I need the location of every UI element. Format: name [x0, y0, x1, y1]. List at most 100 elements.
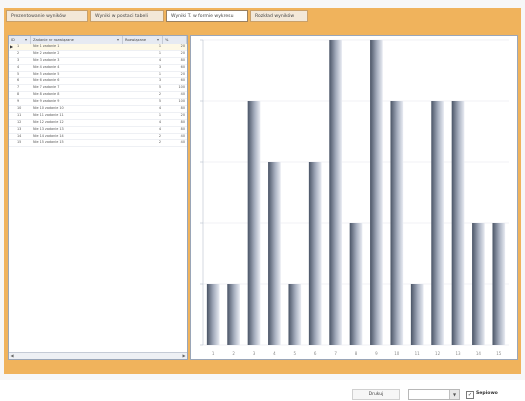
- table-row[interactable]: 14 Nie 14 zadanie 14 2 40: [9, 134, 187, 141]
- table-row[interactable]: 5 Nie 5 zadanie 5 1 20: [9, 72, 187, 79]
- cell-id: 14: [17, 133, 22, 138]
- cell-solved: 3: [158, 78, 161, 83]
- bar[interactable]: [288, 284, 302, 345]
- cell-solved: 2: [158, 133, 161, 138]
- bar[interactable]: [227, 284, 240, 345]
- cell-id: 5: [17, 71, 20, 76]
- table-row[interactable]: 11 Nie 11 zadanie 11 1 20: [9, 113, 187, 120]
- cell-task: Nie 13 zadanie 13: [33, 126, 64, 131]
- tab-prezentowanie[interactable]: Prezentowanie wyników: [6, 10, 88, 22]
- x-tick-label: 9: [375, 351, 378, 356]
- column-header-task[interactable]: Zadanie nr rozwiązane: [31, 36, 123, 44]
- cell-solved: 2: [158, 92, 161, 97]
- bar[interactable]: [492, 223, 506, 345]
- table-row[interactable]: 13 Nie 13 zadanie 13 4 80: [9, 127, 187, 134]
- cell-solved: 4: [158, 57, 161, 62]
- table-row[interactable]: 7 Nie 7 zadanie 7 5 100: [9, 85, 187, 93]
- tab-wykres[interactable]: Wyniki T. w formie wykresu: [166, 10, 248, 22]
- print-options-select[interactable]: ▼: [408, 389, 460, 400]
- table-row[interactable]: 9 Nie 9 zadanie 9 5 100: [9, 99, 187, 107]
- filter-icon[interactable]: ▾: [25, 38, 29, 42]
- x-tick-label: 5: [294, 351, 297, 356]
- table-row[interactable]: 8 Nie 8 zadanie 8 2 40: [9, 92, 187, 100]
- scroll-right-icon[interactable]: ▶: [181, 353, 187, 359]
- cell-percent: 20: [180, 44, 185, 48]
- table-row[interactable]: 10 Nie 10 zadanie 10 4 80: [9, 106, 187, 113]
- cell-solved: 1: [158, 44, 161, 48]
- row-marker-icon: ▶: [10, 44, 14, 49]
- bar[interactable]: [308, 162, 322, 345]
- cell-task: Nie 5 zadanie 5: [33, 71, 60, 76]
- bar[interactable]: [410, 284, 424, 345]
- cell-task: Nie 15 zadanie 15: [33, 140, 64, 145]
- cell-percent: 60: [180, 64, 185, 69]
- x-tick-label: 13: [455, 351, 461, 356]
- cell-task: Nie 12 zadanie 12: [33, 119, 64, 124]
- table-row[interactable]: ▶ 1 Nie 1 zadanie 1 1 20: [9, 44, 187, 51]
- app-window: Prezentowanie wyników Wyniki w postaci t…: [0, 0, 525, 401]
- table-row[interactable]: 15 Nie 15 zadanie 15 2 40: [9, 140, 187, 148]
- cell-id: 11: [17, 112, 22, 117]
- x-tick-label: 6: [314, 351, 317, 356]
- cell-solved: 2: [158, 140, 161, 145]
- table-row[interactable]: 2 Nie 2 zadanie 2 1 20: [9, 51, 187, 58]
- table-row[interactable]: 3 Nie 3 zadanie 3 4 80: [9, 58, 187, 65]
- cell-task: Nie 6 zadanie 6: [33, 78, 60, 83]
- table-row[interactable]: 4 Nie 4 zadanie 4 3 60: [9, 65, 187, 72]
- table-row[interactable]: 6 Nie 6 zadanie 6 3 60: [9, 78, 187, 86]
- bar-chart: 1 2 3 4 5 6 7 8 9 10 11 12 13 14 15: [200, 39, 509, 356]
- cell-id: 13: [17, 126, 22, 131]
- tab-tabela[interactable]: Wyniki w postaci tabeli: [90, 10, 164, 22]
- bar[interactable]: [451, 101, 465, 345]
- sepia-checkbox-label: Sepiowo: [476, 391, 498, 396]
- cell-id: 4: [17, 64, 20, 69]
- horizontal-scrollbar[interactable]: ◀ ▶: [9, 352, 187, 359]
- cell-id: 1: [17, 44, 20, 48]
- bar[interactable]: [268, 162, 281, 345]
- cell-percent: 100: [178, 99, 185, 104]
- cell-percent: 20: [180, 50, 185, 55]
- cell-task: Nie 11 zadanie 11: [33, 112, 64, 117]
- chart-panel: 1 2 3 4 5 6 7 8 9 10 11 12 13 14 15: [190, 35, 518, 360]
- x-tick-label: 10: [394, 351, 400, 356]
- grid-rows: ▶ 1 Nie 1 zadanie 1 1 20 2 Nie 2 zadanie 2 1 20 3…: [9, 44, 187, 148]
- filter-icon[interactable]: ▾: [157, 38, 161, 42]
- chevron-down-icon[interactable]: ▼: [449, 390, 459, 399]
- column-header-label: %: [165, 38, 169, 42]
- cell-percent: 20: [180, 71, 185, 76]
- cell-id: 7: [17, 85, 20, 90]
- cell-solved: 4: [158, 126, 161, 131]
- column-header-label: Rozwiązane: [125, 38, 147, 42]
- bar[interactable]: [206, 284, 220, 345]
- column-header-label: Zadanie nr rozwiązane: [33, 38, 74, 42]
- column-header-percent[interactable]: %: [163, 36, 187, 44]
- bar[interactable]: [349, 223, 363, 345]
- bar[interactable]: [472, 223, 485, 345]
- cell-percent: 80: [180, 119, 185, 124]
- bar[interactable]: [329, 40, 342, 345]
- scroll-left-icon[interactable]: ◀: [9, 353, 15, 359]
- cell-task: Nie 14 zadanie 14: [33, 133, 64, 138]
- tab-rozklad[interactable]: Rozkład wyników: [250, 10, 308, 22]
- cell-id: 12: [17, 119, 22, 124]
- table-row[interactable]: 12 Nie 12 zadanie 12 4 80: [9, 120, 187, 127]
- cell-percent: 40: [180, 133, 185, 138]
- cell-task: Nie 7 zadanie 7: [33, 85, 60, 90]
- x-tick-label: 2: [232, 351, 235, 356]
- sepia-checkbox[interactable]: ✓: [466, 391, 474, 399]
- cell-percent: 100: [178, 85, 185, 90]
- cell-task: Nie 8 zadanie 8: [33, 92, 60, 97]
- tab-bar: Prezentowanie wyników Wyniki w postaci t…: [4, 8, 521, 24]
- cell-solved: 5: [158, 85, 161, 90]
- cell-id: 6: [17, 78, 20, 83]
- bar[interactable]: [390, 101, 404, 345]
- bar[interactable]: [431, 101, 444, 345]
- cell-solved: 1: [158, 112, 161, 117]
- cell-task: Nie 1 zadanie 1: [33, 44, 60, 48]
- bar[interactable]: [370, 40, 383, 345]
- filter-icon[interactable]: ▾: [117, 38, 121, 42]
- cell-task: Nie 10 zadanie 10: [33, 106, 64, 111]
- print-button[interactable]: Drukuj: [352, 389, 400, 400]
- cell-task: Nie 9 zadanie 9: [33, 99, 60, 104]
- bar[interactable]: [247, 101, 261, 345]
